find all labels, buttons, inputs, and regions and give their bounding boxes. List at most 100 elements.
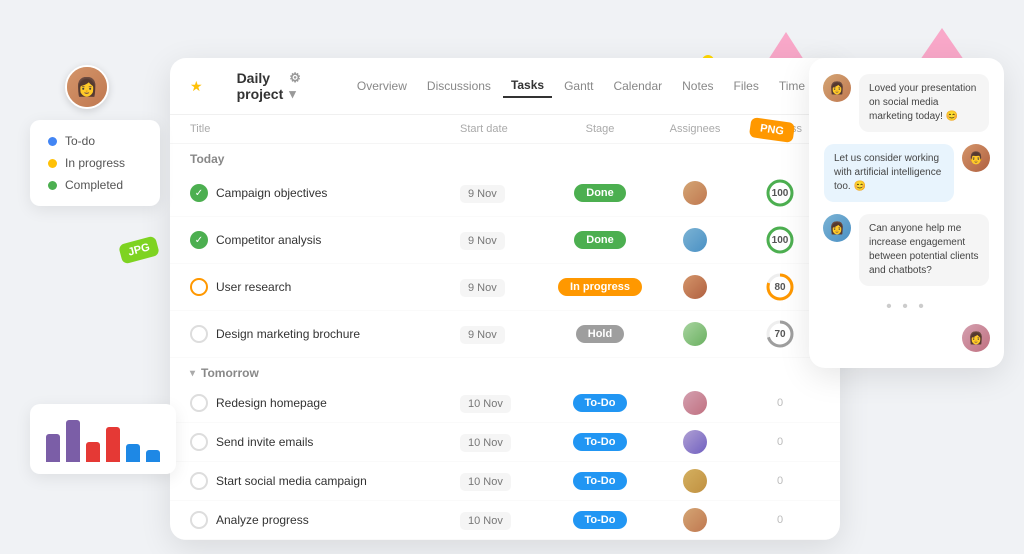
tab-notes[interactable]: Notes [674,75,721,97]
chat-bubble: Loved your presentation on social media … [859,74,989,132]
assignee-avatar [683,508,707,532]
task-table: Title Start date Stage Assignees Progres… [170,115,840,540]
table-row[interactable]: User research 9 Nov In progress 80 [170,264,840,311]
assignee-avatar [683,430,707,454]
bar-red2 [106,427,120,462]
table-row[interactable]: Design marketing brochure 9 Nov Hold 70 [170,311,840,358]
tab-time[interactable]: Time [771,75,813,97]
chat-message: 👩 Loved your presentation on social medi… [823,74,990,132]
chart-card [30,404,176,474]
task-title: Redesign homepage [190,394,460,412]
legend-dot-inprogress [48,159,57,168]
chat-bubble: Let us consider working with artificial … [824,144,954,202]
decorative-triangle-3 [920,28,964,60]
chat-avatar-bottom: 👩 [962,324,990,352]
legend-todo: To-do [48,134,142,148]
assignee-avatar [683,181,707,205]
stage-badge: To-Do [573,433,628,451]
nav-tabs: Overview Discussions Tasks Gantt Calenda… [349,74,813,98]
progress-circle: 100 [764,224,796,256]
check-done-icon: ✓ [190,231,208,249]
tab-gantt[interactable]: Gantt [556,75,601,97]
table-row[interactable]: Redesign homepage 10 Nov To-Do 0 [170,384,840,423]
legend-inprogress: In progress [48,156,142,170]
stage-badge: In progress [558,278,642,296]
check-circle-icon [190,511,208,529]
stage-badge: Hold [576,325,624,343]
table-row[interactable]: Send invite emails 10 Nov To-Do 0 [170,423,840,462]
chat-message: 👩 Can anyone help me increase engagement… [823,214,990,286]
tab-tasks[interactable]: Tasks [503,74,552,98]
tab-overview[interactable]: Overview [349,75,415,97]
tab-discussions[interactable]: Discussions [419,75,499,97]
progress-circle: 80 [764,271,796,303]
date-badge: 10 Nov [460,395,511,413]
legend-completed: Completed [48,178,142,192]
table-row[interactable]: Start social media campaign 10 Nov To-Do… [170,462,840,501]
table-row[interactable]: Analyze progress 10 Nov To-Do 0 [170,501,840,540]
legend-dot-todo [48,137,57,146]
star-icon[interactable]: ★ [190,78,203,95]
task-title: Design marketing brochure [190,325,460,343]
legend-card: To-do In progress Completed [30,120,160,206]
chat-bubble: Can anyone help me increase engagement b… [859,214,989,286]
task-title: User research [190,278,460,296]
table-header: Title Start date Stage Assignees Progres… [170,115,840,144]
bar-blue [126,444,140,462]
progress-circle: 100 [764,177,796,209]
project-name: Daily project ⚙ ▾ [237,70,301,102]
settings-icon[interactable]: ⚙ ▾ [289,70,301,102]
date-badge: 10 Nov [460,434,511,452]
bar-purple [46,434,60,462]
chat-panel: 👩 Loved your presentation on social medi… [809,58,1004,368]
bar-red [86,442,100,462]
chat-avatar: 👨 [962,144,990,172]
stage-badge: To-Do [573,394,628,412]
check-circle-icon [190,278,208,296]
check-circle-icon [190,472,208,490]
task-title: Analyze progress [190,511,460,529]
stage-badge: To-Do [573,511,628,529]
date-badge: 10 Nov [460,512,511,530]
tab-files[interactable]: Files [726,75,767,97]
table-row[interactable]: ✓ Campaign objectives 9 Nov Done 100 [170,170,840,217]
stage-badge: To-Do [573,472,628,490]
chevron-icon[interactable]: ▾ [190,368,195,379]
window-header: ★ Daily project ⚙ ▾ Overview Discussions… [170,58,840,115]
chat-avatar: 👩 [823,74,851,102]
task-title: Send invite emails [190,433,460,451]
progress-circle: 70 [764,318,796,350]
section-tomorrow: ▾ Tomorrow [170,358,840,384]
bar-blue2 [146,450,160,462]
assignee-avatar [683,322,707,346]
assignee-avatar [683,228,707,252]
check-circle-icon [190,325,208,343]
jpg-badge: JPG [118,235,160,264]
tab-calendar[interactable]: Calendar [605,75,670,97]
check-done-icon: ✓ [190,184,208,202]
date-badge: 9 Nov [460,326,505,344]
assignee-avatar [683,275,707,299]
bar-purple2 [66,420,80,462]
user-avatar-topleft[interactable]: 👩 [65,65,109,109]
legend-dot-completed [48,181,57,190]
decorative-triangle-1 [768,32,804,60]
stage-badge: Done [574,184,626,202]
chat-message: 👨 Let us consider working with artificia… [823,144,990,202]
check-circle-icon [190,394,208,412]
section-today: Today [170,144,840,170]
task-title: ✓ Campaign objectives [190,184,460,202]
date-badge: 10 Nov [460,473,511,491]
main-window: ★ Daily project ⚙ ▾ Overview Discussions… [170,58,840,540]
date-badge: 9 Nov [460,185,505,203]
task-title: ✓ Competitor analysis [190,231,460,249]
task-title: Start social media campaign [190,472,460,490]
date-badge: 9 Nov [460,232,505,250]
assignee-avatar [683,391,707,415]
date-badge: 9 Nov [460,279,505,297]
chat-avatar: 👩 [823,214,851,242]
check-circle-icon [190,433,208,451]
chat-typing-indicator: • • • [823,298,990,316]
assignee-avatar [683,469,707,493]
table-row[interactable]: ✓ Competitor analysis 9 Nov Done 100 [170,217,840,264]
